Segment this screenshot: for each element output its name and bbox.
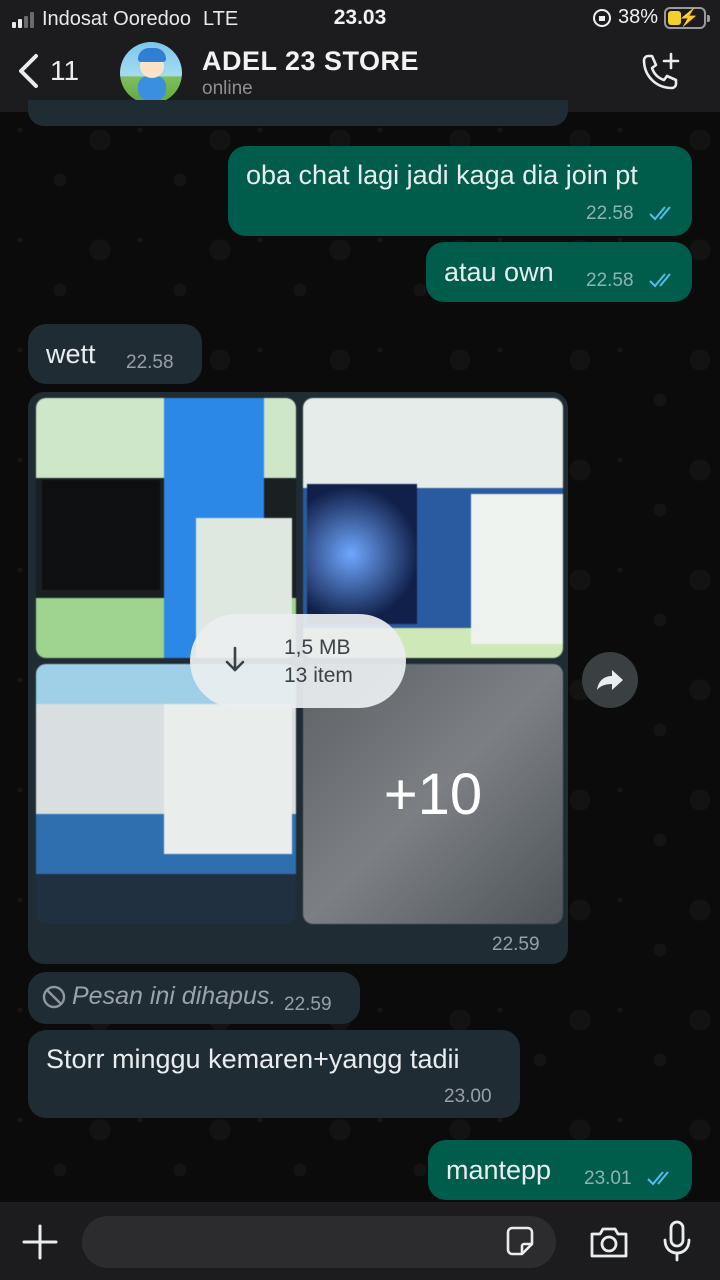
- forward-button[interactable]: [582, 652, 638, 708]
- sticker-button[interactable]: [502, 1224, 538, 1265]
- plus-icon: [22, 1224, 58, 1260]
- message-bubble-outgoing[interactable]: oba chat lagi jadi kaga dia join pt 22.5…: [228, 146, 692, 236]
- message-bubble-incoming[interactable]: wett 22.58: [28, 324, 202, 384]
- add-call-button[interactable]: [638, 52, 682, 99]
- read-ticks-icon: [649, 273, 671, 288]
- partial-message-bubble: [28, 100, 568, 126]
- battery-percent: 38%: [617, 6, 658, 28]
- battery-icon: ⚡: [664, 6, 710, 29]
- read-ticks-icon: [649, 206, 671, 221]
- contact-status: online: [202, 78, 253, 99]
- message-time: 22.58: [586, 270, 634, 291]
- message-text: oba chat lagi jadi kaga dia join pt: [246, 160, 638, 190]
- attach-button[interactable]: [22, 1224, 58, 1265]
- camera-button[interactable]: [588, 1224, 630, 1265]
- chevron-left-icon: [19, 54, 38, 88]
- message-input[interactable]: [82, 1216, 556, 1268]
- message-text: mantepp: [446, 1155, 552, 1185]
- message-time: 22.58: [586, 203, 634, 224]
- message-bubble-incoming[interactable]: Storr minggu kemaren+yangg tadii 23.00: [28, 1030, 520, 1118]
- unread-count: 11: [50, 55, 80, 86]
- contact-avatar[interactable]: [120, 42, 182, 104]
- status-bar: Indosat Ooredoo LTE 23.03 38% ⚡: [0, 0, 720, 36]
- download-button[interactable]: 1,5 MB 13 item: [190, 614, 406, 708]
- message-text: wett: [46, 339, 96, 369]
- read-ticks-icon: [647, 1171, 669, 1186]
- download-size: 1,5 MB: [284, 636, 351, 659]
- download-item-count: 13 item: [284, 664, 353, 687]
- charging-bolt-icon: ⚡: [678, 7, 700, 27]
- sticker-icon: [506, 1226, 534, 1256]
- message-text: Storr minggu kemaren+yangg tadii: [46, 1044, 460, 1074]
- album-time: 22.59: [492, 934, 540, 955]
- status-right: 38% ⚡: [592, 6, 710, 29]
- camera-icon: [590, 1227, 628, 1258]
- message-bubble-outgoing[interactable]: atau own 22.58: [426, 242, 692, 302]
- orientation-lock-icon: [592, 8, 611, 27]
- message-time: 23.01: [584, 1168, 632, 1189]
- microphone-icon: [663, 1220, 691, 1262]
- download-arrow-icon: [225, 646, 245, 672]
- input-bar: [0, 1202, 720, 1280]
- phone-plus-icon: [642, 52, 680, 90]
- contact-name[interactable]: ADEL 23 STORE: [202, 46, 419, 77]
- deleted-message-bubble[interactable]: Pesan ini dihapus. 22.59: [28, 972, 360, 1024]
- deleted-message-text: Pesan ini dihapus.: [72, 982, 277, 1010]
- message-bubble-outgoing[interactable]: mantepp 23.01: [428, 1140, 692, 1200]
- message-time: 22.59: [284, 994, 332, 1015]
- forward-icon: [597, 670, 623, 690]
- blocked-icon: [42, 985, 66, 1009]
- message-time: 22.58: [126, 352, 174, 373]
- message-time: 23.00: [444, 1086, 492, 1107]
- back-button[interactable]: 11: [16, 52, 79, 90]
- message-text: atau own: [444, 257, 554, 287]
- voice-note-button[interactable]: [662, 1220, 692, 1267]
